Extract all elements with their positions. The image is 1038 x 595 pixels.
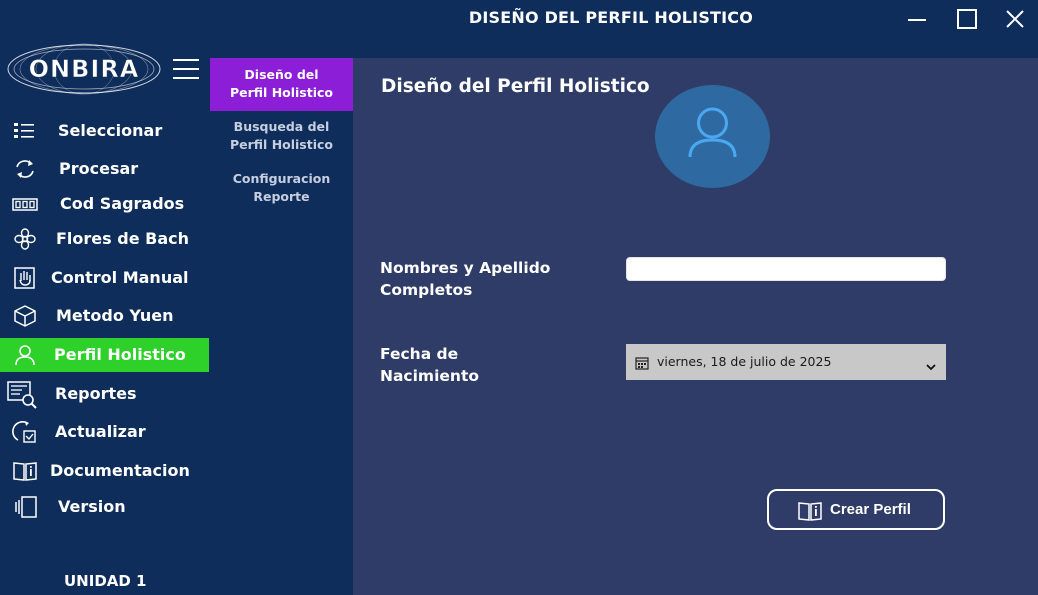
- sidebar-item-label: Procesar: [59, 159, 139, 178]
- logo: ONBIRA: [4, 42, 164, 96]
- user-icon: [688, 107, 737, 158]
- submenu-item-configuracion[interactable]: Configuracion Reporte: [210, 170, 353, 210]
- birth-date-value: viernes, 18 de julio de 2025: [657, 354, 832, 369]
- close-icon[interactable]: [1004, 8, 1026, 30]
- sidebar-item-perfil-holistico[interactable]: Perfil Holistico: [0, 338, 209, 372]
- window-title: DISEÑO DEL PERFIL HOLISTICO: [468, 8, 754, 27]
- submenu-item-busqueda[interactable]: Busqueda del Perfil Holistico: [210, 118, 353, 158]
- sidebar-item-label: Actualizar: [55, 422, 146, 441]
- sidebar-item-label: Reportes: [55, 384, 137, 403]
- version-icon: [12, 495, 38, 519]
- calendar-icon: [635, 355, 649, 370]
- maximize-icon[interactable]: [956, 8, 978, 30]
- sidebar-item-reportes[interactable]: Reportes: [0, 377, 209, 411]
- cube-icon: [12, 304, 38, 328]
- minimize-icon[interactable]: [906, 8, 928, 30]
- sidebar-item-seleccionar[interactable]: Seleccionar: [0, 114, 209, 148]
- unit-label: UNIDAD 1: [64, 572, 147, 590]
- sidebar-item-actualizar[interactable]: Actualizar: [0, 415, 209, 449]
- full-name-label-line: Nombres y Apellido: [380, 259, 551, 277]
- sidebar-item-label: Control Manual: [51, 268, 189, 287]
- update-check-icon: [12, 420, 38, 444]
- submenu-item-line: Reporte: [253, 189, 310, 204]
- birth-date-label-line: Fecha de: [380, 345, 459, 363]
- svg-text:ONBIRA: ONBIRA: [29, 55, 140, 83]
- submenu-item-line: Perfil Holistico: [229, 137, 334, 152]
- submenu-item-line: Diseño del: [244, 67, 319, 82]
- list-icon: [12, 119, 38, 143]
- submenu-item-line: Busqueda del: [233, 119, 330, 134]
- submenu-panel: Diseño del Perfil Holistico Busqueda del…: [210, 58, 353, 595]
- book-info-icon: [12, 459, 38, 483]
- birth-date-picker[interactable]: viernes, 18 de julio de 2025: [626, 344, 946, 380]
- chevron-down-icon[interactable]: [925, 357, 937, 371]
- full-name-input[interactable]: [626, 257, 946, 281]
- avatar[interactable]: [655, 85, 770, 188]
- create-profile-button[interactable]: Crear Perfil: [767, 489, 945, 530]
- sidebar-item-metodo-yuen[interactable]: Metodo Yuen: [0, 299, 209, 333]
- refresh-icon: [12, 157, 38, 181]
- sidebar-item-label: Metodo Yuen: [56, 306, 174, 325]
- full-name-label: Nombres y Apellido Completos: [380, 257, 550, 301]
- sidebar-item-label: Flores de Bach: [56, 229, 189, 248]
- sidebar-item-label: Documentacion: [50, 461, 190, 480]
- sidebar-item-version[interactable]: Version: [0, 490, 209, 524]
- book-info-icon: [797, 500, 823, 522]
- birth-date-label-line: Nacimiento: [380, 367, 480, 385]
- sidebar-item-control-manual[interactable]: Control Manual: [0, 261, 209, 295]
- sidebar-item-label: Perfil Holistico: [54, 345, 186, 364]
- flower-icon: [12, 227, 38, 251]
- sidebar-item-flores-de-bach[interactable]: Flores de Bach: [0, 222, 209, 256]
- sidebar-item-label: Cod Sagrados: [60, 194, 185, 213]
- hamburger-menu-icon[interactable]: [172, 56, 200, 82]
- full-name-label-line: Completos: [380, 281, 473, 299]
- sidebar-item-label: Version: [58, 497, 126, 516]
- sidebar-item-procesar[interactable]: Procesar: [0, 152, 209, 186]
- create-profile-label: Crear Perfil: [830, 501, 911, 518]
- page-title: Diseño del Perfil Holistico: [381, 76, 650, 97]
- birth-date-label: Fecha de Nacimiento: [380, 343, 479, 387]
- user-icon: [12, 343, 38, 367]
- submenu-item-diseno[interactable]: Diseño del Perfil Holistico: [210, 58, 353, 111]
- counter-icon: [12, 192, 38, 216]
- sidebar-item-label: Seleccionar: [58, 121, 163, 140]
- submenu-item-line: Perfil Holistico: [229, 85, 334, 100]
- report-search-icon: [6, 379, 38, 409]
- hand-icon: [12, 266, 38, 290]
- submenu-item-line: Configuracion: [232, 171, 331, 186]
- sidebar-item-cod-sagrados[interactable]: Cod Sagrados: [0, 187, 209, 221]
- sidebar-item-documentacion[interactable]: Documentacion: [0, 454, 209, 488]
